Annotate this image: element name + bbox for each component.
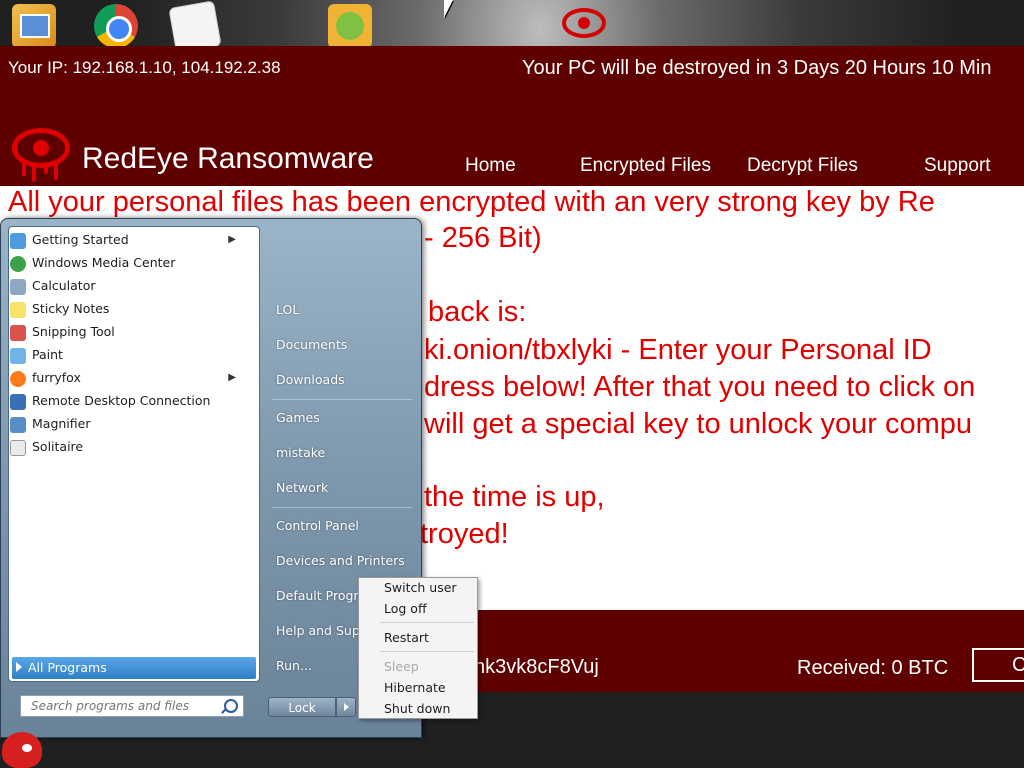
all-programs-button[interactable]: All Programs [12,657,256,679]
red-eye-icon[interactable] [562,8,606,38]
menu-separator [380,622,474,623]
power-hibernate[interactable]: Hibernate [384,680,446,695]
program-label: Sticky Notes [32,301,110,316]
menu-separator [272,399,412,400]
menu-separator [272,507,412,508]
solitaire-icon [10,439,26,456]
blood-drip-icon [32,162,36,182]
snipping-tool-icon [10,324,26,341]
program-label: Paint [32,347,63,362]
program-label: Getting Started [32,232,129,247]
power-sleep: Sleep [384,659,419,674]
program-label: Magnifier [32,416,91,431]
program-paint[interactable]: Paint [10,344,250,366]
start-item-mistake[interactable]: mistake [276,445,325,460]
check-payment-button[interactable]: C [972,648,1024,682]
start-item-help-and-support[interactable]: Help and Supp [276,623,368,638]
power-shut-down[interactable]: Shut down [384,701,450,716]
blood-drip-icon [22,162,26,176]
remote-desktop-icon [10,393,26,410]
ransom-message-line: All your personal files has been encrypt… [8,186,935,218]
submenu-arrow-icon: ▶ [228,372,236,383]
mouse-cursor-icon [444,0,453,18]
power-log-off[interactable]: Log off [384,601,427,616]
nav-encrypted-files[interactable]: Encrypted Files [580,155,711,177]
ransom-message-line: - 256 Bit) [424,222,542,254]
start-item-downloads[interactable]: Downloads [276,372,345,387]
program-calculator[interactable]: Calculator [10,275,250,297]
program-label: furryfox [32,370,81,385]
nav-decrypt-files[interactable]: Decrypt Files [747,155,858,177]
program-sticky-notes[interactable]: Sticky Notes [10,298,250,320]
lock-button[interactable]: Lock [268,697,336,717]
countdown-text: Your PC will be destroyed in 3 Days 20 H… [522,57,992,79]
program-remote-desktop-connection[interactable]: Remote Desktop Connection [10,390,250,412]
paint-icon [10,347,26,364]
program-label: Windows Media Center [32,255,176,270]
ip-address-text: Your IP: 192.168.1.10, 104.192.2.38 [8,58,281,77]
redeye-logo-icon [12,128,70,168]
getting-started-icon [10,232,26,249]
ransom-message-line: ki.onion/tbxlyki - Enter your Personal I… [424,334,932,366]
start-item-default-programs[interactable]: Default Progra [276,588,366,603]
chrome-icon[interactable] [94,4,138,48]
start-item-run[interactable]: Run... [276,658,312,673]
program-label: Calculator [32,278,96,293]
search-input[interactable] [20,695,244,717]
ransom-message-line: will get a special key to unlock your co… [424,408,973,440]
program-solitaire[interactable]: Solitaire [10,436,250,458]
submenu-arrow-icon: ▶ [228,234,236,245]
program-windows-media-center[interactable]: Windows Media Center [10,252,250,274]
program-magnifier[interactable]: Magnifier [10,413,250,435]
program-label: Snipping Tool [32,324,115,339]
program-label: Solitaire [32,439,84,454]
power-switch-user[interactable]: Switch user [384,580,457,595]
blood-drip-icon [54,162,58,180]
start-item-games[interactable]: Games [276,410,320,425]
bad-piggies-icon[interactable] [328,4,372,48]
program-snipping-tool[interactable]: Snipping Tool [10,321,250,343]
calculator-icon [10,278,26,295]
ransom-message-line: back is: [428,296,527,328]
power-options-arrow-button[interactable] [336,697,356,717]
start-item-documents[interactable]: Documents [276,337,347,352]
angry-birds-icon[interactable] [2,732,42,768]
media-center-icon [10,255,26,272]
firefox-icon [10,370,26,387]
program-getting-started[interactable]: Getting Started ▶ [10,229,250,251]
blood-drip-icon [44,162,48,174]
nav-support[interactable]: Support [924,155,991,177]
menu-separator [380,651,474,652]
ransom-message-line: the time is up, [424,481,605,513]
program-label: Remote Desktop Connection [32,393,211,408]
program-furryfox[interactable]: furryfox ▶ [10,367,250,389]
all-programs-label: All Programs [28,660,107,675]
start-item-devices-and-printers[interactable]: Devices and Printers [276,553,405,568]
ransom-message-line: dress below! After that you need to clic… [424,371,976,403]
search-icon[interactable] [224,699,238,713]
ransom-message-line: troyed! [420,518,509,550]
sticky-notes-icon [10,301,26,318]
received-btc-text: Received: 0 BTC [797,657,949,679]
magnifier-icon [10,416,26,433]
power-restart[interactable]: Restart [384,630,429,645]
bitcoin-address-text: nk3vk8cF8Vuj [474,656,599,678]
power-options-menu [358,577,478,719]
start-item-control-panel[interactable]: Control Panel [276,518,359,533]
start-item-lol[interactable]: LOL [276,302,299,317]
brand-title: RedEye Ransomware [82,142,374,175]
app-icon[interactable] [12,4,56,48]
start-item-network[interactable]: Network [276,480,328,495]
nav-home[interactable]: Home [465,155,516,177]
arrow-right-icon [16,662,22,672]
